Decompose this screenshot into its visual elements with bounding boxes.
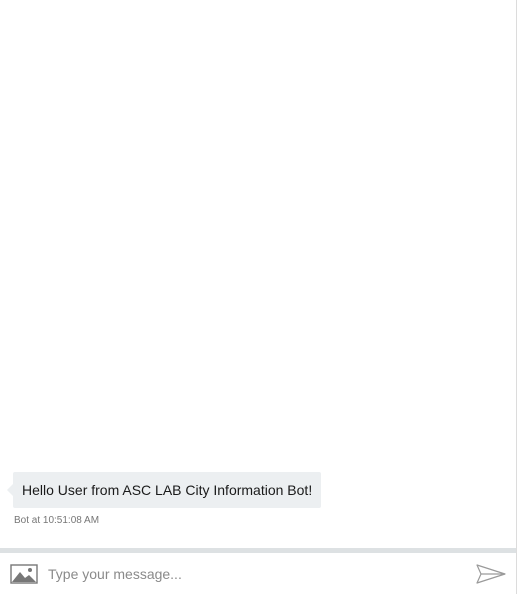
message-history[interactable]: Hello User from ASC LAB City Information… [0,0,516,548]
message-group: Hello User from ASC LAB City Information… [7,472,322,527]
bubble-tail [7,484,13,496]
chat-window: Hello User from ASC LAB City Information… [0,0,517,594]
send-icon [476,564,506,584]
message-text: Hello User from ASC LAB City Information… [22,482,313,498]
message-composer [0,553,516,594]
send-button[interactable] [474,562,508,586]
bot-message-bubble: Hello User from ASC LAB City Information… [7,472,322,508]
upload-image-button[interactable] [10,564,38,584]
message-input[interactable] [48,563,458,585]
image-upload-icon [10,564,38,584]
message-timestamp: Bot at 10:51:08 AM [14,515,100,526]
